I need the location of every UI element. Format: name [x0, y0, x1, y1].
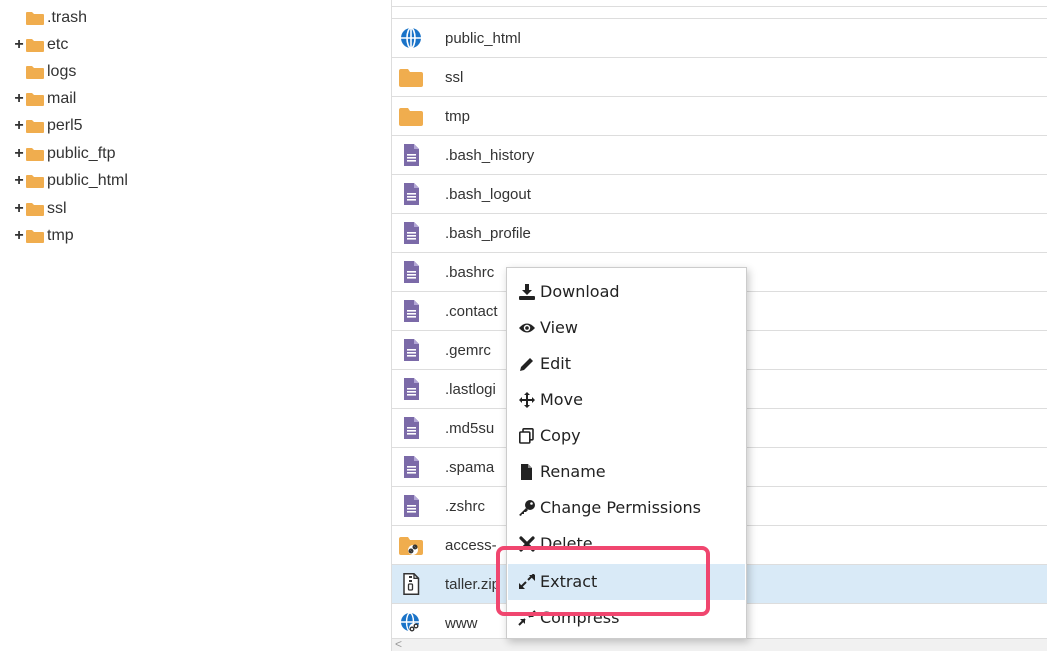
file-text-icon [404, 183, 419, 205]
file-row-bash-logout[interactable]: .bash_logout [392, 174, 1047, 213]
file-row-ssl[interactable]: ssl [392, 57, 1047, 96]
tree-item-tmp[interactable]: + tmp [13, 222, 74, 249]
copy-icon [518, 428, 534, 444]
folder-link-icon [399, 537, 423, 555]
file-name: .bash_history [445, 147, 535, 164]
tree-item-label: .trash [47, 8, 88, 26]
tree-item-public-ftp[interactable]: + public_ftp [13, 140, 116, 167]
tree-item-logs[interactable]: logs [13, 58, 76, 85]
file-name: .spama [445, 459, 495, 476]
file-name: taller.zip [445, 576, 501, 593]
file-text-icon [404, 378, 419, 400]
file-name: .lastlogi [445, 381, 496, 398]
folder-icon [26, 11, 44, 25]
file-row-bash-profile[interactable]: .bash_profile [392, 213, 1047, 252]
globe-link-icon [401, 612, 419, 633]
folder-icon [26, 119, 44, 133]
tree-item-ssl[interactable]: + ssl [13, 195, 67, 222]
menu-item-rename[interactable]: Rename [508, 454, 745, 490]
download-icon [519, 284, 535, 300]
menu-item-label: Rename [540, 462, 606, 481]
eye-icon [519, 323, 535, 333]
tree-item-label: ssl [47, 199, 67, 217]
folder-icon [26, 174, 44, 188]
expand-icon[interactable]: + [13, 200, 25, 218]
file-name: .bash_profile [445, 225, 531, 242]
file-name: access- [445, 537, 497, 554]
expand-icon[interactable]: + [13, 145, 25, 163]
file-text-icon [404, 339, 419, 361]
tree-item-label: etc [47, 35, 69, 53]
tree-item-perl5[interactable]: + perl5 [13, 112, 83, 139]
menu-item-download[interactable]: Download [508, 274, 745, 310]
file-name: .md5su [445, 420, 495, 437]
directory-tree: .trash + etc logs + mail + perl5 + publi… [0, 0, 300, 651]
file-text-icon [404, 261, 419, 283]
file-name: tmp [445, 108, 471, 125]
file-name: .contact [445, 303, 498, 320]
key-icon [519, 500, 535, 516]
menu-item-label: Edit [540, 354, 571, 373]
menu-item-change-permissions[interactable]: Change Permissions [508, 490, 745, 526]
tree-item-public-html[interactable]: + public_html [13, 167, 128, 194]
folder-icon [26, 147, 44, 161]
expand-icon[interactable]: + [13, 117, 25, 135]
folder-icon [26, 202, 44, 216]
move-arrows-icon [519, 392, 535, 408]
pencil-icon [520, 358, 533, 371]
tree-item-trash[interactable]: .trash [13, 4, 87, 31]
file-text-icon [404, 417, 419, 439]
tree-item-label: public_html [47, 171, 128, 189]
file-row-bash-history[interactable]: .bash_history [392, 135, 1047, 174]
folder-icon [26, 65, 44, 79]
menu-item-edit[interactable]: Edit [508, 346, 745, 382]
menu-item-label: Copy [540, 426, 581, 445]
tree-item-label: perl5 [47, 116, 83, 134]
file-text-icon [404, 144, 419, 166]
menu-item-move[interactable]: Move [508, 382, 745, 418]
file-name: .zshrc [445, 498, 486, 515]
expand-icon[interactable]: + [13, 172, 25, 190]
tree-item-label: tmp [47, 226, 74, 244]
menu-item-label: Download [540, 282, 620, 301]
tree-item-label: logs [47, 62, 77, 80]
file-name: www [445, 615, 478, 632]
menu-item-view[interactable]: View [508, 310, 745, 346]
menu-item-label: Move [540, 390, 583, 409]
file-name: .bashrc [445, 264, 495, 281]
file-text-icon [404, 495, 419, 517]
horizontal-scrollbar[interactable]: < [392, 637, 1047, 651]
file-text-icon [404, 456, 419, 478]
folder-icon [26, 229, 44, 243]
file-text-icon [404, 222, 419, 244]
folder-icon [399, 69, 423, 87]
file-text-icon [404, 300, 419, 322]
file-name: public_html [445, 30, 521, 47]
file-zip-icon [403, 573, 420, 595]
file-icon [521, 464, 532, 480]
expand-icon[interactable]: + [13, 90, 25, 108]
folder-icon [26, 38, 44, 52]
tree-item-etc[interactable]: + etc [13, 31, 68, 58]
folder-icon [399, 108, 423, 126]
tree-item-label: public_ftp [47, 144, 116, 162]
highlight-box [496, 546, 710, 616]
scroll-left-icon[interactable]: < [395, 637, 402, 651]
file-name: ssl [445, 69, 464, 86]
file-row-public-html[interactable]: public_html [392, 18, 1047, 57]
file-name: .gemrc [445, 342, 491, 359]
menu-item-label: View [540, 318, 578, 337]
expand-icon[interactable]: + [13, 36, 25, 54]
expand-icon[interactable]: + [13, 227, 25, 245]
globe-icon [401, 27, 421, 49]
file-name: .bash_logout [445, 186, 531, 203]
tree-item-label: mail [47, 89, 77, 107]
menu-item-copy[interactable]: Copy [508, 418, 745, 454]
tree-item-mail[interactable]: + mail [13, 85, 76, 112]
menu-item-label: Change Permissions [540, 498, 701, 517]
folder-icon [26, 92, 44, 106]
file-row-tmp[interactable]: tmp [392, 96, 1047, 135]
partial-row [392, 0, 1047, 7]
